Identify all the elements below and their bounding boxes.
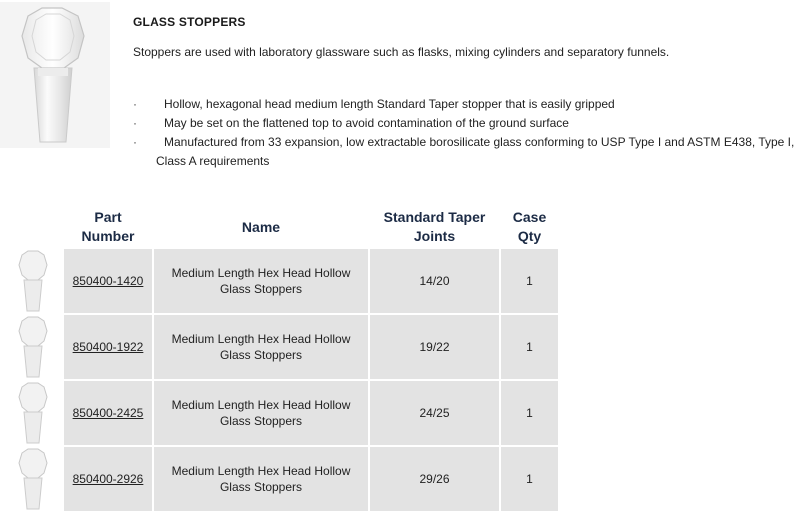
feature-list: · Hollow, hexagonal head medium length S… [133, 95, 808, 171]
stopper-thumbnail-image [18, 448, 48, 510]
bullet-glyph: · [133, 116, 137, 130]
part-number-link[interactable]: 850400-1420 [73, 274, 144, 288]
part-number-cell: 850400-2425 [64, 381, 152, 445]
name-cell: Medium Length Hex Head Hollow Glass Stop… [154, 315, 368, 379]
part-number-link[interactable]: 850400-2425 [73, 406, 144, 420]
table-row: 850400-2425 Medium Length Hex Head Hollo… [2, 381, 558, 445]
feature-item: · Manufactured from 33 expansion, low ex… [133, 133, 808, 152]
header-joints: Standard Taper Joints [370, 207, 499, 247]
name-cell: Medium Length Hex Head Hollow Glass Stop… [154, 447, 368, 511]
feature-continuation: Class A requirements [133, 152, 808, 171]
part-number-cell: 850400-1922 [64, 315, 152, 379]
row-thumbnail [2, 249, 62, 313]
row-thumbnail [2, 381, 62, 445]
joints-cell: 14/20 [370, 249, 499, 313]
bullet-glyph: · [133, 135, 137, 149]
bullet-glyph: · [133, 97, 137, 111]
header-image-column [2, 207, 62, 247]
stopper-thumbnail-image [18, 250, 48, 312]
stopper-product-image [0, 2, 110, 148]
part-number-cell: 850400-2926 [64, 447, 152, 511]
case-qty-cell: 1 [501, 447, 558, 511]
feature-text: May be set on the flattened top to avoid… [164, 116, 569, 130]
part-number-link[interactable]: 850400-1922 [73, 340, 144, 354]
part-number-cell: 850400-1420 [64, 249, 152, 313]
feature-text: Manufactured from 33 expansion, low extr… [164, 135, 795, 149]
feature-text: Class A requirements [156, 154, 270, 168]
joints-cell: 24/25 [370, 381, 499, 445]
header-name: Name [154, 207, 368, 247]
name-cell: Medium Length Hex Head Hollow Glass Stop… [154, 381, 368, 445]
case-qty-cell: 1 [501, 381, 558, 445]
table-header-row: Part Number Name Standard Taper Joints C… [2, 207, 558, 247]
table-row: 850400-2926 Medium Length Hex Head Hollo… [2, 447, 558, 511]
product-title: GLASS STOPPERS [133, 15, 246, 29]
case-qty-cell: 1 [501, 249, 558, 313]
parts-table: Part Number Name Standard Taper Joints C… [0, 205, 560, 513]
feature-item: · May be set on the flattened top to avo… [133, 114, 808, 133]
row-thumbnail [2, 447, 62, 511]
header-case-qty: Case Qty [501, 207, 558, 247]
joints-cell: 19/22 [370, 315, 499, 379]
stopper-thumbnail-image [18, 382, 48, 444]
table-row: 850400-1420 Medium Length Hex Head Hollo… [2, 249, 558, 313]
row-thumbnail [2, 315, 62, 379]
feature-text: Hollow, hexagonal head medium length Sta… [164, 97, 615, 111]
product-description: Stoppers are used with laboratory glassw… [133, 45, 670, 59]
feature-item: · Hollow, hexagonal head medium length S… [133, 95, 808, 114]
joints-cell: 29/26 [370, 447, 499, 511]
table-row: 850400-1922 Medium Length Hex Head Hollo… [2, 315, 558, 379]
name-cell: Medium Length Hex Head Hollow Glass Stop… [154, 249, 368, 313]
part-number-link[interactable]: 850400-2926 [73, 472, 144, 486]
header-part-number: Part Number [64, 207, 152, 247]
case-qty-cell: 1 [501, 315, 558, 379]
stopper-thumbnail-image [18, 316, 48, 378]
